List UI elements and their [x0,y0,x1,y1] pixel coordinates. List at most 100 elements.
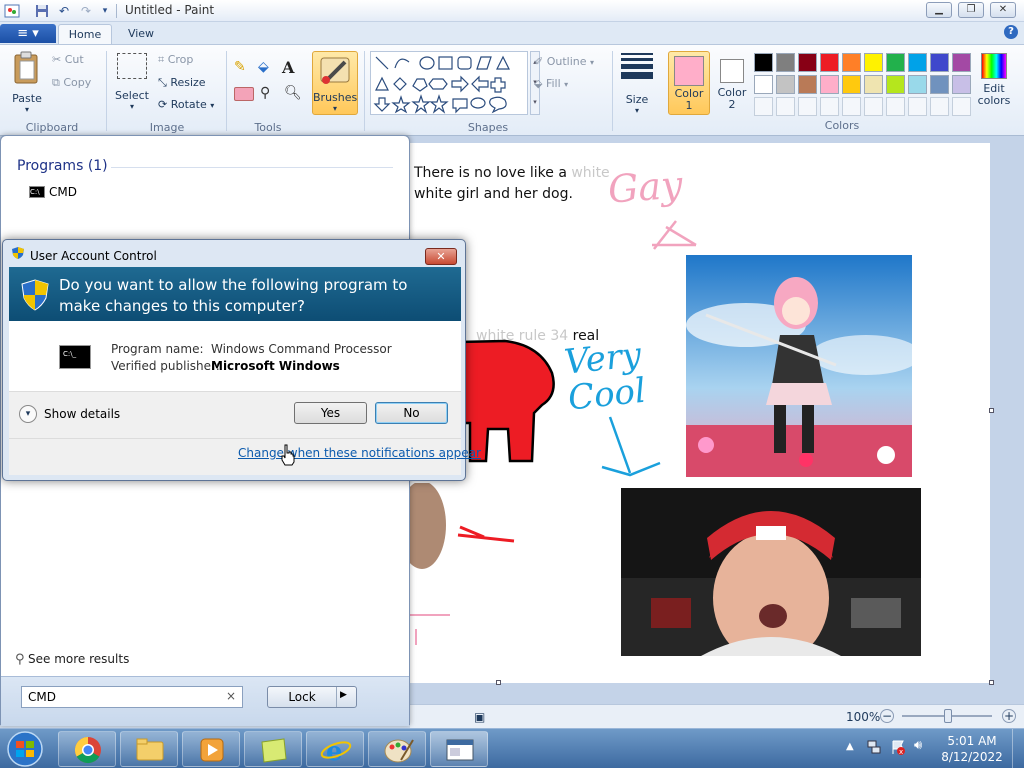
canvas-resize-handle-bottom[interactable] [496,680,501,685]
cut-button[interactable]: ✂ Cut [52,53,84,66]
yes-button[interactable]: Yes [294,402,367,424]
tab-view[interactable]: View [116,24,166,44]
minimize-button[interactable]: ▁ [926,2,952,18]
palette-swatch[interactable] [952,53,971,72]
show-hidden-icons-button[interactable]: ▲ [846,741,854,752]
paste-dropdown-icon[interactable]: ▾ [8,105,46,114]
taskbar-sticky-notes[interactable] [244,731,302,767]
show-desktop-button[interactable] [1012,729,1024,768]
brushes-button[interactable]: Brushes ▾ [312,51,358,115]
zoom-out-button[interactable]: − [880,709,894,723]
eraser-icon[interactable] [234,87,254,101]
palette-swatch[interactable] [820,75,839,94]
canvas-resize-handle-right[interactable] [989,408,994,413]
size-button[interactable]: Size ▾ [618,53,656,115]
magnifier-icon[interactable]: 🔍︎ [284,85,304,105]
taskbar-cmd-window[interactable] [430,731,488,767]
size-dropdown-icon[interactable]: ▾ [618,106,656,115]
no-button[interactable]: No [375,402,448,424]
volume-icon[interactable]: 🔊︎ [914,738,922,753]
taskbar-media-player[interactable] [182,731,240,767]
drawing-canvas[interactable]: There is no love like a white white girl… [410,143,990,683]
see-more-results-link[interactable]: ⚲ See more results [15,652,129,667]
clear-search-icon[interactable]: × [226,689,236,703]
palette-swatch-empty[interactable] [842,97,861,116]
palette-swatch-empty[interactable] [820,97,839,116]
help-icon[interactable]: ? [1004,25,1018,39]
palette-swatch-empty[interactable] [798,97,817,116]
taskbar-explorer[interactable] [120,731,178,767]
palette-swatch-empty[interactable] [776,97,795,116]
brushes-dropdown-icon[interactable]: ▾ [313,104,357,113]
palette-swatch[interactable] [930,75,949,94]
palette-swatch[interactable] [820,53,839,72]
crop-button[interactable]: ⌗ Crop [158,53,193,67]
palette-swatch[interactable] [908,53,927,72]
tab-home[interactable]: Home [58,24,112,44]
select-dropdown-icon[interactable]: ▾ [114,102,150,111]
color-picker-icon[interactable]: ⚲ [260,85,280,105]
paint-app-icon[interactable] [4,3,20,19]
resize-button[interactable]: ⤡ Resize [158,76,206,90]
palette-swatch-empty[interactable] [952,97,971,116]
fill-bucket-icon[interactable]: ⬙ [258,59,278,79]
change-notifications-link[interactable]: Change when these notifications appear [238,446,481,460]
save-icon[interactable] [34,3,50,19]
select-button[interactable]: Select ▾ [114,53,150,111]
palette-swatch[interactable] [776,53,795,72]
palette-swatch[interactable] [864,75,883,94]
program-result-cmd[interactable]: C:\ CMD [25,182,385,202]
palette-swatch[interactable] [776,75,795,94]
uac-header: Do you want to allow the following progr… [9,267,461,321]
start-button[interactable] [4,730,46,768]
palette-swatch[interactable] [886,75,905,94]
palette-swatch[interactable] [886,53,905,72]
lock-button[interactable]: Lock ▶ [267,686,357,708]
palette-swatch[interactable] [842,75,861,94]
color1-button[interactable]: Color 1 [668,51,710,115]
uac-close-button[interactable]: ✕ [425,248,457,265]
outline-button[interactable]: ✐ Outline ▾ [534,55,594,68]
edit-colors-button[interactable]: Edit colors [974,53,1014,119]
palette-swatch-empty[interactable] [754,97,773,116]
power-options-arrow-icon[interactable]: ▶ [340,690,347,700]
file-menu-button[interactable]: ≡ ▾ [0,24,56,43]
action-center-flag-icon[interactable]: x [890,739,906,756]
rotate-button[interactable]: ⟳ Rotate ▾ [158,98,214,111]
zoom-in-button[interactable]: + [1002,709,1016,723]
clock[interactable]: 5:01 AM 8/12/2022 [938,733,1006,765]
search-input[interactable]: CMD × [21,686,243,708]
redo-icon[interactable]: ↷ [78,3,94,19]
customize-quick-access-icon[interactable]: ▾ [97,3,113,19]
palette-swatch[interactable] [952,75,971,94]
zoom-slider-thumb[interactable] [944,709,952,723]
taskbar-internet-explorer[interactable]: e [306,731,364,767]
fill-button[interactable]: ⬙ Fill ▾ [534,77,568,90]
shapes-gallery[interactable] [370,51,528,115]
palette-swatch-empty[interactable] [930,97,949,116]
palette-swatch[interactable] [754,53,773,72]
palette-swatch[interactable] [930,53,949,72]
color2-button[interactable]: Color 2 [712,51,752,115]
palette-swatch[interactable] [842,53,861,72]
palette-swatch-empty[interactable] [908,97,927,116]
rotate-dropdown-icon[interactable]: ▾ [210,101,214,110]
text-tool-icon[interactable]: A [282,58,302,78]
paste-button[interactable]: Paste ▾ [8,51,46,114]
pencil-icon[interactable]: ✎ [234,59,254,79]
palette-swatch[interactable] [754,75,773,94]
undo-icon[interactable]: ↶ [56,3,72,19]
palette-swatch-empty[interactable] [886,97,905,116]
taskbar-chrome[interactable] [58,731,116,767]
palette-swatch[interactable] [864,53,883,72]
palette-swatch-empty[interactable] [864,97,883,116]
maximize-button[interactable]: ❐ [958,2,984,18]
canvas-resize-handle-corner[interactable] [989,680,994,685]
palette-swatch[interactable] [798,75,817,94]
palette-swatch[interactable] [908,75,927,94]
close-button[interactable]: ✕ [990,2,1016,18]
copy-button[interactable]: ⧉ Copy [52,76,91,90]
network-icon[interactable] [866,739,882,755]
palette-swatch[interactable] [798,53,817,72]
taskbar-paint[interactable] [368,731,426,767]
